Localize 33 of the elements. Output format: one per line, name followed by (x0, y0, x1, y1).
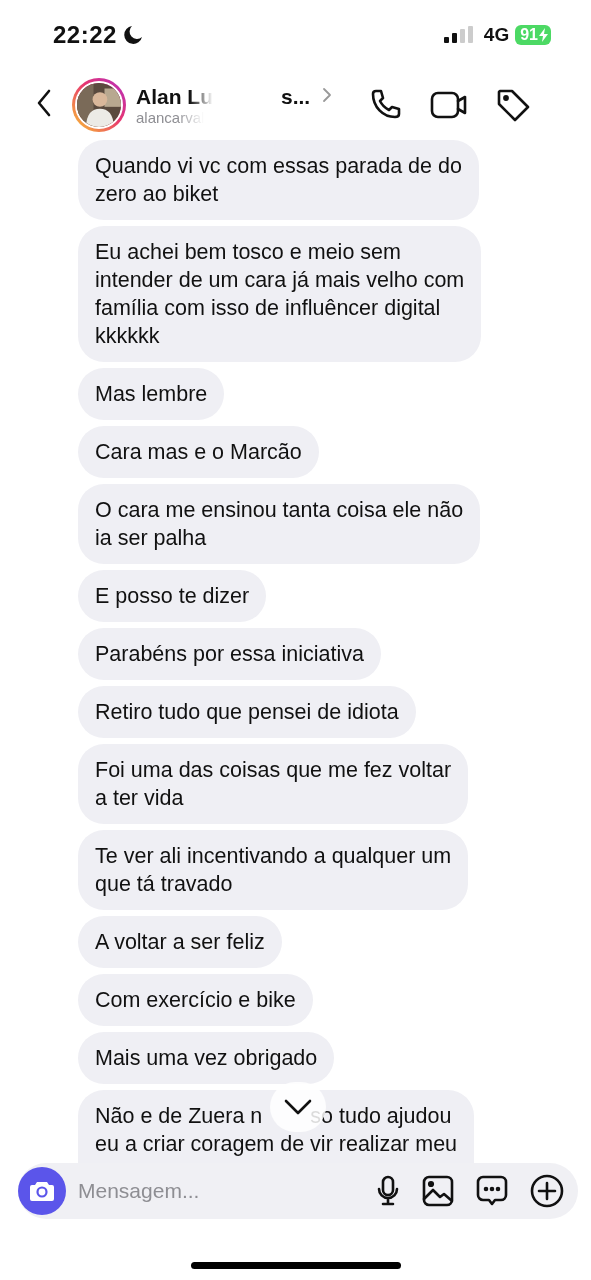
message-bubble: A voltar a ser feliz (78, 916, 282, 968)
message-bubble: Retiro tudo que pensei de idiota (78, 686, 416, 738)
video-camera-icon[interactable] (430, 90, 468, 120)
placeholder: Mensagem... (78, 1179, 201, 1203)
back-icon[interactable] (36, 89, 52, 117)
contact-name[interactable]: s... (281, 84, 311, 109)
chevron-icon[interactable] (322, 86, 333, 103)
image-icon[interactable] (422, 1175, 454, 1207)
contact-name[interactable]: Alan Lu (136, 84, 213, 109)
camera-button[interactable] (18, 1167, 66, 1215)
clock-time: 22:22 (53, 21, 117, 49)
message-bubble: Cara mas e o Marcão (78, 426, 319, 478)
message-bubble: Te ver ali incentivando a qualquer um que tá travado (78, 830, 469, 910)
network-label: 4G (483, 24, 510, 46)
message-bubble: Mais uma vez obrigado (78, 1032, 335, 1084)
message-bubble: E posso te dizer (78, 570, 267, 622)
message-bubble: Mas lembre (78, 368, 225, 420)
chevron-down-icon[interactable] (283, 1098, 313, 1116)
avatar[interactable] (72, 78, 126, 132)
battery-indicator: 91 (515, 25, 551, 45)
message-bubble: Quando vi vc com essas parada de do zero ao biket (78, 140, 479, 220)
moon-icon (122, 25, 143, 45)
camera-icon[interactable] (29, 1180, 55, 1202)
message-bubble: Parabéns por essa iniciativa (78, 628, 381, 680)
chat-bubble-icon[interactable] (476, 1175, 508, 1207)
microphone-icon[interactable] (376, 1175, 400, 1207)
signal-icon (443, 26, 474, 44)
tag-icon[interactable] (496, 88, 530, 122)
message-bubble: Foi uma das coisas que me fez voltar a ter vida (78, 744, 469, 824)
plus-circle-icon[interactable] (530, 1174, 564, 1208)
message-bubble: O cara me ensinou tanta coisa ele não ia ser palha (78, 484, 481, 564)
message-bubble: Com exercício e bike (78, 974, 313, 1026)
message-bubble: Eu achei bem tosco e meio sem intender de um cara já mais velho com família com isso de influêncer digital kkkkkk (78, 226, 482, 362)
